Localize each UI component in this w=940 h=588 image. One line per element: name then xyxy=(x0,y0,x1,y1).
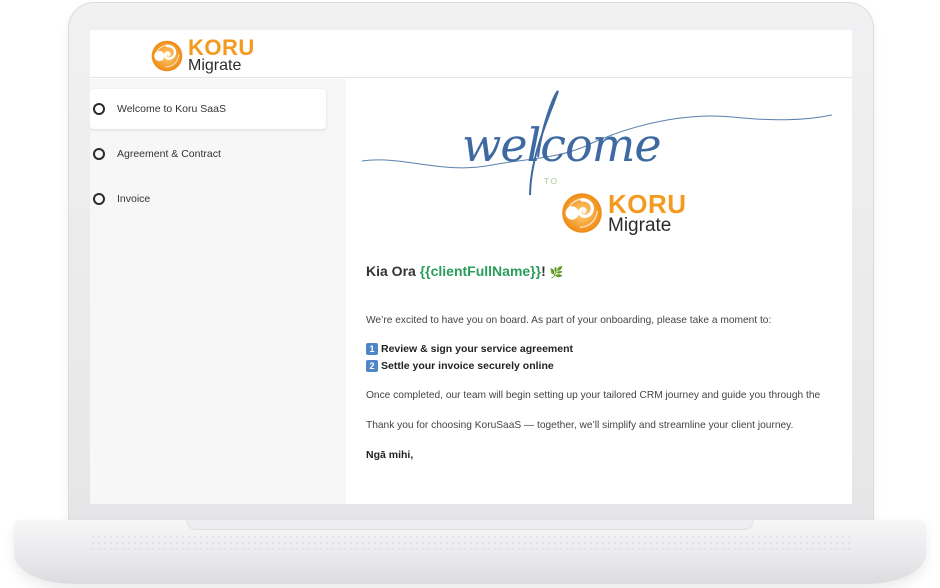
koru-swirl-icon xyxy=(562,193,602,233)
welcome-script-banner: welcome xyxy=(362,90,833,195)
brand-name-top: KORU xyxy=(608,189,687,219)
brand-name-bottom: Migrate xyxy=(188,57,242,74)
task-text: Settle your invoice securely online xyxy=(381,360,554,372)
hero-brand-logo: KORU Migrate xyxy=(560,191,687,235)
welcome-script-text: welcome xyxy=(462,118,661,172)
brand-name-bottom: Migrate xyxy=(608,215,672,236)
task-text: Review & sign your service agreement xyxy=(381,343,573,355)
signoff-text: Ngā mihi, xyxy=(366,449,414,461)
step-agreement[interactable]: Agreement & Contract xyxy=(90,134,326,174)
step-invoice[interactable]: Invoice xyxy=(90,179,326,219)
greeting-heading: Kia Ora {{clientFullName}}! 🌿 xyxy=(366,263,563,279)
welcome-to-text: TO xyxy=(544,177,559,186)
step-welcome[interactable]: Welcome to Koru SaaS xyxy=(90,89,326,129)
task-item: 1 Review & sign your service agreement xyxy=(366,343,573,355)
speaker-grille xyxy=(90,534,850,554)
top-bar: KORU Migrate xyxy=(90,30,852,78)
brand-name-top: KORU xyxy=(188,35,255,60)
step-label: Agreement & Contract xyxy=(117,148,221,160)
laptop-screen: KORU Migrate Welcome to Koru SaaS Agreem… xyxy=(90,30,852,504)
step-status-icon xyxy=(93,103,105,115)
thanks-text: Thank you for choosing KoruSaaS — togeth… xyxy=(366,420,794,431)
brand-logo[interactable]: KORU Migrate xyxy=(150,37,255,74)
client-name-variable: {{clientFullName}} xyxy=(419,263,542,279)
koru-swirl-icon xyxy=(151,40,183,71)
step-label: Invoice xyxy=(117,193,151,205)
herb-icon: 🌿 xyxy=(549,267,564,279)
step-status-icon xyxy=(93,193,105,205)
task-item: 2 Settle your invoice securely online xyxy=(366,360,554,372)
keycap-number-icon: 1 xyxy=(366,343,378,355)
step-status-icon xyxy=(93,148,105,160)
keycap-number-icon: 2 xyxy=(366,360,378,372)
welcome-content: welcome TO KORU Migrate Kia Ora {{client… xyxy=(346,79,852,504)
completion-text: Once completed, our team will begin sett… xyxy=(366,390,821,401)
greeting-prefix: Kia Ora xyxy=(366,263,420,279)
greeting-suffix: ! xyxy=(541,263,546,279)
keyboard-lip xyxy=(186,520,754,530)
onboarding-steps-sidebar: Welcome to Koru SaaS Agreement & Contrac… xyxy=(90,79,346,504)
step-label: Welcome to Koru SaaS xyxy=(117,103,226,115)
intro-text: We’re excited to have you on board. As p… xyxy=(366,315,772,326)
